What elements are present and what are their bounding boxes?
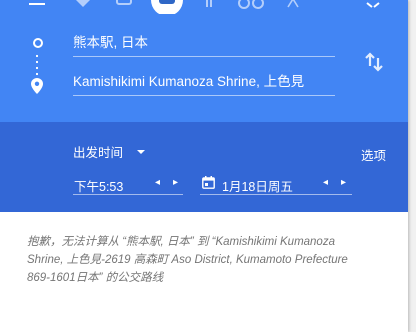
date-value[interactable]: 1月18日周五 [222, 176, 293, 195]
date-picker[interactable]: 1月18日周五 ◂ ▸ [200, 174, 352, 195]
directions-panel: 熊本駅, 日本 Kamishikimi Kumanoza Shrine, 上色見… [0, 0, 408, 332]
bicycle-icon[interactable] [238, 0, 264, 9]
depart-time-dropdown[interactable]: 出发时间 [73, 142, 123, 161]
calendar-icon [202, 176, 215, 189]
swap-icon[interactable] [363, 51, 385, 73]
no-route-message: 抱歉，无法计算从 “熊本駅, 日本” 到 “Kamishikimi Kumano… [27, 236, 348, 284]
date-next-icon[interactable]: ▸ [341, 178, 346, 188]
directions-header: 熊本駅, 日本 Kamishikimi Kumanoza Shrine, 上色見 [0, 0, 408, 122]
origin-dot-icon [33, 38, 43, 48]
directions-icon[interactable] [74, 0, 92, 9]
time-previous-icon[interactable]: ◂ [155, 178, 160, 188]
time-value[interactable]: 下午5:53 [74, 176, 123, 195]
flight-icon[interactable] [284, 0, 302, 9]
walk-icon[interactable] [200, 0, 218, 9]
route-rail [31, 36, 45, 96]
time-picker[interactable]: 下午5:53 ◂ ▸ [73, 174, 183, 195]
transit-icon[interactable] [151, 0, 183, 14]
options-button[interactable]: 选项 [361, 145, 386, 164]
car-icon[interactable] [115, 0, 133, 9]
destination-pin-icon [31, 78, 43, 94]
menu-icon[interactable] [28, 0, 46, 9]
travel-mode-bar [0, 0, 408, 14]
departure-options-bar: 出发时间 选项 下午5:53 ◂ ▸ 1月18日周五 ◂ ▸ [0, 122, 408, 212]
time-next-icon[interactable]: ▸ [173, 178, 178, 188]
date-previous-icon[interactable]: ◂ [323, 178, 328, 188]
route-dots [36, 53, 38, 76]
origin-input[interactable]: 熊本駅, 日本 [73, 34, 335, 57]
destination-input[interactable]: Kamishikimi Kumanoza Shrine, 上色見 [73, 73, 335, 96]
chevron-down-icon[interactable] [137, 150, 145, 154]
close-icon[interactable] [364, 0, 382, 9]
